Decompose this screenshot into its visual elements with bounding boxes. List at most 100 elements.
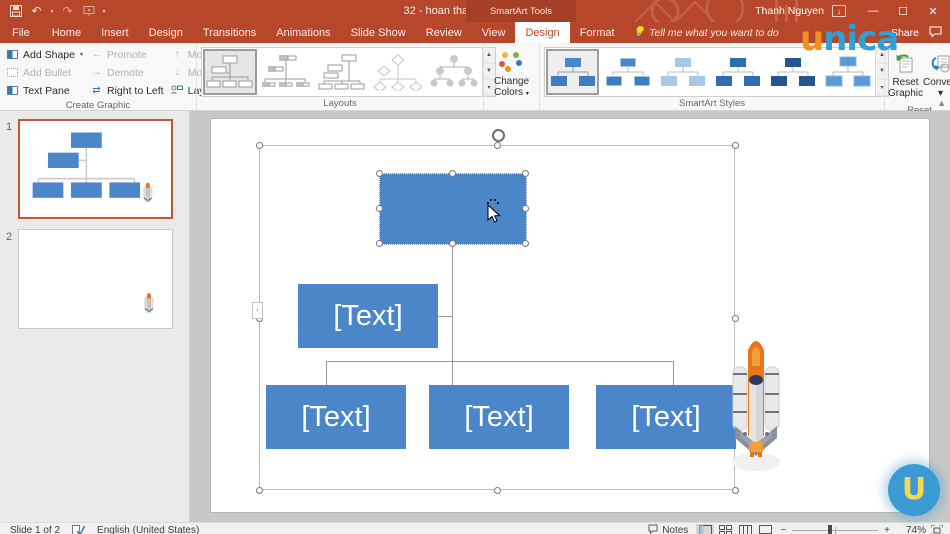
contextual-tab-label: SmartArt Tools	[466, 0, 576, 22]
quick-access-toolbar[interactable]: ↶ ▾ ↷ ▾	[0, 2, 108, 20]
slide-thumbnail-1[interactable]	[18, 119, 173, 219]
slide-thumbnail-2[interactable]	[18, 229, 173, 329]
node-handle-bottom-right[interactable]	[522, 240, 529, 247]
zoom-percent-label[interactable]: 74%	[896, 525, 926, 534]
minimize-button[interactable]: —	[858, 0, 888, 22]
comments-icon[interactable]	[929, 26, 942, 40]
add-shape-icon	[6, 48, 19, 61]
add-shape-button[interactable]: Add Shape ▾	[4, 46, 88, 63]
text-pane-button[interactable]: Text Pane	[4, 82, 88, 99]
tab-review[interactable]: Review	[416, 22, 472, 43]
node-handle-top-right[interactable]	[522, 170, 529, 177]
layout-thumb-half-circle[interactable]	[315, 48, 369, 95]
layout-thumb-name-and-title[interactable]	[259, 48, 313, 95]
frame-handle-mid-right[interactable]	[732, 315, 739, 322]
change-colors-button[interactable]: Change Colors ▾	[488, 47, 535, 103]
customize-qat-caret[interactable]: ▾	[100, 8, 108, 15]
style-thumb-subtle-effect[interactable]	[656, 49, 709, 95]
reset-graphic-button[interactable]: Reset Graphic	[888, 48, 923, 104]
reading-view-button[interactable]	[736, 524, 754, 534]
right-to-left-button[interactable]: ⇄ Right to Left	[88, 82, 169, 99]
save-icon[interactable]	[6, 2, 25, 20]
demote-button[interactable]: → Demote	[88, 64, 169, 81]
smartart-node-child-2[interactable]: [Text]	[429, 385, 569, 449]
tab-animations[interactable]: Animations	[266, 22, 340, 43]
tab-view[interactable]: View	[472, 22, 516, 43]
thumbnail-row-2: 2	[6, 229, 183, 329]
frame-handle-bottom-right[interactable]	[732, 487, 739, 494]
restore-button[interactable]: ☐	[888, 0, 918, 22]
tab-file[interactable]: File	[0, 22, 42, 43]
thumbnail-number-1: 1	[6, 121, 13, 133]
smartart-node-child-3[interactable]: [Text]	[596, 385, 736, 449]
tab-slide-show[interactable]: Slide Show	[341, 22, 416, 43]
frame-handle-top-center[interactable]	[494, 142, 501, 149]
layout-thumb-organization-chart[interactable]	[203, 48, 257, 95]
smartart-node-assistant[interactable]: [Text]	[298, 284, 438, 348]
undo-icon[interactable]: ↶	[27, 2, 46, 20]
fit-to-window-button[interactable]	[928, 524, 946, 534]
rotate-handle[interactable]	[492, 129, 505, 142]
account-user-name[interactable]: Thanh Nguyen	[755, 5, 824, 17]
zoom-slider[interactable]	[792, 524, 879, 534]
zoom-in-button[interactable]: +	[880, 525, 894, 534]
create-graphic-col2: ← Promote → Demote ⇄ Right to Left	[88, 46, 169, 99]
collapse-ribbon-icon[interactable]: ▲	[937, 98, 946, 108]
convert-button[interactable]: Convert ▾	[923, 48, 950, 104]
share-button[interactable]: Share	[891, 27, 919, 39]
node-handle-mid-left[interactable]	[376, 205, 383, 212]
slide-thumbnail-pane[interactable]: 1 2	[0, 111, 190, 522]
slideshow-view-button[interactable]	[756, 524, 774, 534]
frame-handle-bottom-center[interactable]	[494, 487, 501, 494]
style-thumb-moderate-effect[interactable]	[711, 49, 764, 95]
style-thumb-simple-fill[interactable]	[546, 48, 599, 95]
smartart-styles-gallery[interactable]: ▲ ▼ ▾	[544, 46, 889, 97]
start-slideshow-icon[interactable]	[79, 2, 98, 20]
node-handle-top-left[interactable]	[376, 170, 383, 177]
tab-design[interactable]: Design	[139, 22, 193, 43]
node-handle-bottom-center[interactable]	[449, 240, 456, 247]
close-button[interactable]: ✕	[918, 0, 948, 22]
add-shape-caret[interactable]: ▾	[80, 51, 83, 58]
notes-button[interactable]: Notes	[642, 524, 694, 534]
spell-check-icon[interactable]	[66, 525, 91, 534]
smartart-selection-frame[interactable]: ‹ [Text] [Text] [Text] [Text]	[252, 129, 739, 494]
slide-sorter-view-button[interactable]	[716, 524, 734, 534]
rocket-image[interactable]	[721, 334, 791, 474]
frame-handle-top-left[interactable]	[256, 142, 263, 149]
style-thumb-polished[interactable]	[821, 49, 874, 95]
undo-dropdown-caret[interactable]: ▾	[48, 8, 56, 15]
layout-thumb-circle-picture-hierarchy[interactable]	[371, 48, 425, 95]
notes-icon	[648, 524, 658, 534]
add-bullet-button[interactable]: Add Bullet	[4, 64, 88, 81]
zoom-slider-knob[interactable]	[828, 525, 833, 534]
tell-me-box[interactable]: 💡 Tell me what you want to do	[625, 22, 787, 43]
smartart-node-child-1[interactable]: [Text]	[266, 385, 406, 449]
language-indicator[interactable]: English (United States)	[91, 525, 205, 534]
slide-surface[interactable]: ‹ [Text] [Text] [Text] [Text]	[211, 119, 929, 512]
frame-handle-top-right[interactable]	[732, 142, 739, 149]
layout-thumb-labeled-hierarchy[interactable]	[427, 48, 481, 95]
layouts-gallery[interactable]: ▲ ▼ ▾	[201, 46, 496, 97]
convert-dropdown-caret[interactable]: ▾	[938, 88, 943, 99]
normal-view-button[interactable]	[696, 523, 715, 534]
frame-handle-bottom-left[interactable]	[256, 487, 263, 494]
style-thumb-intense-effect[interactable]	[766, 49, 819, 95]
tab-smartart-design[interactable]: Design	[515, 22, 570, 43]
promote-button[interactable]: ← Promote	[88, 46, 169, 63]
account-sync-icon[interactable]: ↓	[832, 5, 846, 17]
tab-transitions[interactable]: Transitions	[193, 22, 266, 43]
tab-home[interactable]: Home	[42, 22, 91, 43]
node-handle-mid-right[interactable]	[522, 205, 529, 212]
style-thumb-white-outline[interactable]	[601, 49, 654, 95]
slide-canvas-area: ‹ [Text] [Text] [Text] [Text]	[190, 111, 950, 522]
tab-insert[interactable]: Insert	[91, 22, 139, 43]
slide-indicator[interactable]: Slide 1 of 2	[4, 525, 66, 534]
text-pane-toggle[interactable]: ‹	[252, 302, 263, 319]
change-colors-label-line1: Change	[493, 75, 530, 87]
node-handle-top-center[interactable]	[449, 170, 456, 177]
redo-icon[interactable]: ↷	[58, 2, 77, 20]
zoom-out-button[interactable]: −	[776, 525, 790, 534]
tab-smartart-format[interactable]: Format	[570, 22, 625, 43]
node-handle-bottom-left[interactable]	[376, 240, 383, 247]
